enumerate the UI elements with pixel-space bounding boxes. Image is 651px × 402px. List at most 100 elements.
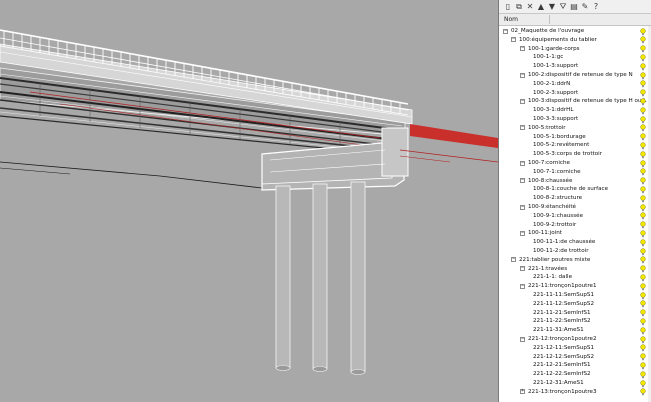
visibility-bulb-icon[interactable] xyxy=(640,203,646,212)
visibility-bulb-icon[interactable] xyxy=(640,291,646,300)
layer-row[interactable]: 221-11-12:SemSupS2 xyxy=(499,300,649,309)
layer-row[interactable]: −100-3:dispositif de retenue de type H o… xyxy=(499,97,649,106)
visibility-bulb-icon[interactable] xyxy=(640,327,646,335)
new-sublayer-icon[interactable]: ⧉ xyxy=(514,2,524,12)
column-header[interactable]: Nom xyxy=(499,14,651,26)
collapse-toggle-icon[interactable]: − xyxy=(511,37,516,43)
layer-row[interactable]: 100-2-1:ddrN xyxy=(499,80,649,89)
layer-row[interactable]: 221-12-11:SemSupS1 xyxy=(499,344,649,353)
layer-row[interactable]: 100-3-1:ddrHL xyxy=(499,106,649,115)
visibility-bulb-icon[interactable] xyxy=(640,362,646,370)
layer-row[interactable]: 100-9-2:trottoir xyxy=(499,221,649,230)
layer-row[interactable]: 221-12-22:SemInfS2 xyxy=(499,370,649,379)
visibility-bulb-icon[interactable] xyxy=(640,80,646,88)
visibility-bulb-icon[interactable] xyxy=(640,71,646,80)
move-up-icon[interactable]: ▲ xyxy=(536,2,546,12)
visibility-bulb-icon[interactable] xyxy=(640,98,646,106)
layer-row[interactable]: 100-11-2:de trottoir xyxy=(499,247,649,256)
collapse-toggle-icon[interactable]: − xyxy=(520,266,525,272)
visibility-bulb-icon[interactable] xyxy=(640,230,646,238)
visibility-bulb-icon[interactable] xyxy=(640,283,646,291)
layer-row[interactable]: −02_Maquette de l'ouvrage xyxy=(499,27,649,36)
visibility-bulb-icon[interactable] xyxy=(640,371,646,379)
visibility-bulb-icon[interactable] xyxy=(640,212,646,220)
visibility-bulb-icon[interactable] xyxy=(640,142,646,150)
visibility-bulb-icon[interactable] xyxy=(640,168,646,176)
help-icon[interactable]: ? xyxy=(591,2,601,12)
layer-row[interactable]: 221-11-11:SemSupS1 xyxy=(499,291,649,300)
layer-row[interactable]: 221-12-21:SemInfS1 xyxy=(499,361,649,370)
layer-row[interactable]: 100-11-1:de chaussée xyxy=(499,238,649,247)
layer-row[interactable]: −221:tablier poutres mixte xyxy=(499,256,649,265)
collapse-toggle-icon[interactable]: − xyxy=(520,283,525,289)
collapse-toggle-icon[interactable]: − xyxy=(520,178,525,184)
3d-viewport[interactable] xyxy=(0,0,498,402)
layer-row[interactable]: 221-12-31:AmeS1 xyxy=(499,379,649,388)
filter-icon[interactable]: ⛛ xyxy=(558,2,568,12)
collapse-toggle-icon[interactable]: − xyxy=(520,72,525,78)
layer-row[interactable]: 100-1-1:gc xyxy=(499,53,649,62)
layer-row[interactable]: 100-8-2:structure xyxy=(499,194,649,203)
visibility-bulb-icon[interactable] xyxy=(640,115,646,124)
collapse-toggle-icon[interactable]: − xyxy=(511,257,516,263)
properties-icon[interactable]: ▤ xyxy=(569,2,579,12)
layer-tree[interactable]: −02_Maquette de l'ouvrage −100:équipement… xyxy=(499,26,651,402)
visibility-bulb-icon[interactable] xyxy=(640,379,646,388)
expand-toggle-icon[interactable]: + xyxy=(520,389,525,395)
collapse-toggle-icon[interactable]: − xyxy=(520,204,525,210)
layer-row[interactable]: −100-1:garde-corps xyxy=(499,45,649,54)
layer-row[interactable]: −100:équipements du tablier xyxy=(499,36,649,45)
layer-row[interactable]: 100-5-1:bordurage xyxy=(499,133,649,142)
layer-row[interactable]: 100-3-3:support xyxy=(499,115,649,124)
layer-row[interactable]: 221-12-12:SemSupS2 xyxy=(499,353,649,362)
layer-row[interactable]: 221-1-1: dalle xyxy=(499,273,649,282)
layer-row[interactable]: −221-1:travées xyxy=(499,265,649,274)
collapse-toggle-icon[interactable]: − xyxy=(520,230,525,236)
layer-row[interactable]: −100-7:corniche xyxy=(499,159,649,168)
visibility-bulb-icon[interactable] xyxy=(640,89,646,97)
layer-row[interactable]: −221-12:tronçon1poutre2 xyxy=(499,335,649,344)
collapse-toggle-icon[interactable]: − xyxy=(520,46,525,52)
collapse-toggle-icon[interactable]: − xyxy=(520,336,525,342)
visibility-bulb-icon[interactable] xyxy=(640,133,646,141)
visibility-bulb-icon[interactable] xyxy=(640,239,646,247)
layer-row[interactable]: 221-11-21:SemInfS1 xyxy=(499,309,649,318)
layer-row[interactable]: 221-11-22:SemInfS2 xyxy=(499,317,649,326)
visibility-bulb-icon[interactable] xyxy=(640,151,646,159)
layer-row[interactable]: 100-5-2:revêtement xyxy=(499,141,649,150)
layer-row[interactable]: +221-13:tronçon1poutre3 xyxy=(499,388,649,397)
visibility-bulb-icon[interactable] xyxy=(640,335,646,344)
layer-row[interactable]: −100-11:joint xyxy=(499,229,649,238)
visibility-bulb-icon[interactable] xyxy=(640,45,646,53)
layer-row[interactable]: 100-7-1:corniche xyxy=(499,168,649,177)
visibility-bulb-icon[interactable] xyxy=(640,36,646,44)
visibility-bulb-icon[interactable] xyxy=(640,274,646,282)
delete-icon[interactable]: ✕ xyxy=(525,2,535,12)
visibility-bulb-icon[interactable] xyxy=(640,247,646,256)
layer-row[interactable]: 100-5-3:corps de trottoir xyxy=(499,150,649,159)
layer-row[interactable]: 100-1-3:support xyxy=(499,62,649,71)
layer-row[interactable]: −100-5:trottoir xyxy=(499,124,649,133)
visibility-bulb-icon[interactable] xyxy=(640,63,646,71)
visibility-bulb-icon[interactable] xyxy=(640,265,646,273)
visibility-bulb-icon[interactable] xyxy=(640,388,646,396)
collapse-toggle-icon[interactable]: − xyxy=(520,125,525,131)
visibility-bulb-icon[interactable] xyxy=(640,309,646,317)
visibility-bulb-icon[interactable] xyxy=(640,27,646,36)
visibility-bulb-icon[interactable] xyxy=(640,353,646,361)
visibility-bulb-icon[interactable] xyxy=(640,177,646,185)
new-layer-icon[interactable]: ▯ xyxy=(503,2,513,12)
collapse-toggle-icon[interactable]: − xyxy=(520,160,525,166)
layer-row[interactable]: −100-9:étanchéité xyxy=(499,203,649,212)
visibility-bulb-icon[interactable] xyxy=(640,124,646,132)
layer-row[interactable]: 100-2-3:support xyxy=(499,89,649,98)
visibility-bulb-icon[interactable] xyxy=(640,318,646,326)
visibility-bulb-icon[interactable] xyxy=(640,186,646,194)
visibility-bulb-icon[interactable] xyxy=(640,221,646,229)
layer-row[interactable]: 100-8-1:couche de surface xyxy=(499,185,649,194)
collapse-toggle-icon[interactable]: − xyxy=(503,28,508,34)
visibility-bulb-icon[interactable] xyxy=(640,159,646,168)
layer-row[interactable]: 100-9-1:chaussée xyxy=(499,212,649,221)
move-down-icon[interactable]: ▼ xyxy=(547,2,557,12)
visibility-bulb-icon[interactable] xyxy=(640,107,646,115)
